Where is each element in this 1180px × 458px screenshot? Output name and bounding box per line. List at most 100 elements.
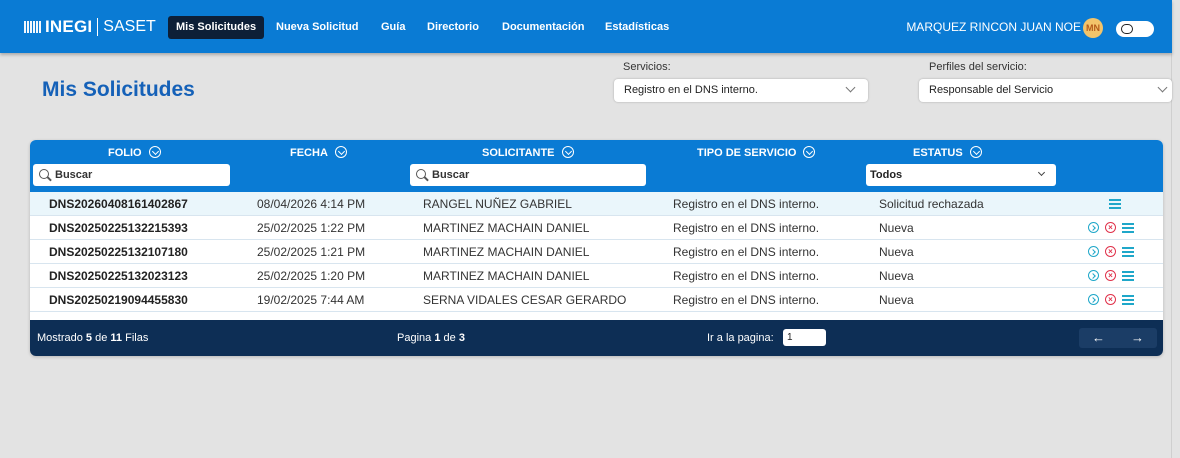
cell-folio: DNS20250225132107180 <box>49 245 188 259</box>
row-actions <box>1088 198 1148 210</box>
estatus-filter-select[interactable]: Todos <box>866 164 1056 186</box>
avatar[interactable]: MN <box>1083 18 1103 38</box>
page-info-prefix: Pagina <box>397 332 432 344</box>
search-placeholder: Buscar <box>432 169 470 181</box>
go-icon[interactable] <box>1088 294 1099 305</box>
table-row[interactable]: DNS20250225132023123 25/02/2025 1:20 PM … <box>30 264 1163 288</box>
nav-directorio[interactable]: Directorio <box>419 16 487 39</box>
go-icon[interactable] <box>1088 270 1099 281</box>
sort-icon[interactable] <box>561 146 574 158</box>
row-actions: × <box>1088 246 1148 258</box>
toggle-knob <box>1121 24 1133 34</box>
table-row[interactable]: DNS20250219094455830 19/02/2025 7:44 AM … <box>30 288 1163 312</box>
nav-mis-solicitudes[interactable]: Mis Solicitudes <box>168 16 265 39</box>
table-row[interactable]: DNS20250225132107180 25/02/2025 1:21 PM … <box>30 240 1163 264</box>
nav-nueva-solicitud[interactable]: Nueva Solicitud <box>268 16 367 39</box>
list-icon[interactable] <box>1109 198 1121 209</box>
cell-folio: DNS20250225132215393 <box>49 221 188 235</box>
cell-tipo-servicio: Registro en el DNS interno. <box>673 197 820 211</box>
row-actions: × <box>1088 270 1148 282</box>
sort-icon[interactable] <box>803 146 816 158</box>
page-info: Pagina 1 de 3 <box>397 332 465 344</box>
cell-estatus: Nueva <box>879 269 914 283</box>
rows-shown-prefix: Mostrado <box>37 332 83 344</box>
column-header-folio[interactable]: FOLIO <box>108 146 161 159</box>
theme-toggle[interactable] <box>1116 21 1154 37</box>
row-actions: × <box>1088 222 1148 234</box>
page-info-mid: de <box>443 332 456 344</box>
estatus-filter-value: Todos <box>870 169 903 181</box>
pagination-controls: ← → <box>1079 328 1157 348</box>
perfiles-select[interactable]: Responsable del Servicio <box>919 79 1172 102</box>
cell-estatus: Nueva <box>879 221 914 235</box>
cell-estatus: Solicitud rechazada <box>879 197 984 211</box>
search-icon <box>416 169 426 179</box>
rows-shown-info: Mostrado 5 de 11 Filas <box>37 332 148 344</box>
column-header-estatus[interactable]: ESTATUS <box>913 146 982 159</box>
cell-fecha: 25/02/2025 1:21 PM <box>257 245 366 259</box>
user-name[interactable]: MARQUEZ RINCON JUAN NOE <box>906 20 1081 34</box>
app-frame: INEGI SASET Mis Solicitudes Nueva Solici… <box>0 0 1172 458</box>
table-row[interactable]: DNS20250225132215393 25/02/2025 1:22 PM … <box>30 216 1163 240</box>
column-header-label: FECHA <box>290 147 328 159</box>
page-total: 3 <box>458 332 465 344</box>
cancel-icon[interactable]: × <box>1105 294 1116 305</box>
rows-shown-suffix: Filas <box>125 332 149 344</box>
column-header-label: ESTATUS <box>913 147 963 159</box>
list-icon[interactable] <box>1122 294 1134 305</box>
go-icon[interactable] <box>1088 246 1099 257</box>
sort-icon[interactable] <box>148 146 161 158</box>
page-title: Mis Solicitudes <box>42 78 195 101</box>
sort-icon[interactable] <box>969 146 982 158</box>
chevron-down-icon <box>845 82 856 93</box>
sort-icon[interactable] <box>334 146 347 158</box>
row-actions: × <box>1088 294 1148 306</box>
column-header-label: FOLIO <box>108 147 142 159</box>
cancel-icon[interactable]: × <box>1105 270 1116 281</box>
cancel-icon[interactable]: × <box>1105 246 1116 257</box>
solicitante-search-input[interactable]: Buscar <box>410 164 646 186</box>
cell-solicitante: SERNA VIDALES CESAR GERARDO <box>423 293 627 307</box>
nav-documentacion[interactable]: Documentación <box>494 16 593 39</box>
chevron-down-icon <box>1037 168 1046 177</box>
list-icon[interactable] <box>1122 222 1134 233</box>
cell-tipo-servicio: Registro en el DNS interno. <box>673 221 820 235</box>
cancel-icon[interactable]: × <box>1105 222 1116 233</box>
logo-divider <box>97 18 99 36</box>
servicios-select-value: Registro en el DNS interno. <box>624 84 758 96</box>
cell-folio: DNS20250219094455830 <box>49 293 188 307</box>
goto-page-label: Ir a la pagina: <box>707 332 774 344</box>
column-header-solicitante[interactable]: SOLICITANTE <box>482 146 574 159</box>
cell-estatus: Nueva <box>879 293 914 307</box>
next-page-button[interactable]: → <box>1118 328 1157 348</box>
search-icon <box>39 169 49 179</box>
cell-solicitante: RANGEL NUÑEZ GABRIEL <box>423 197 572 211</box>
solicitudes-table: FOLIO FECHA SOLICITANTE TIPO DE SERVICIO… <box>30 140 1163 356</box>
column-header-label: TIPO DE SERVICIO <box>697 147 797 159</box>
goto-page-input[interactable]: 1 <box>783 329 826 346</box>
folio-search-input[interactable]: Buscar <box>33 164 230 186</box>
app-name: SASET <box>103 18 156 35</box>
column-header-fecha[interactable]: FECHA <box>290 146 347 159</box>
top-navbar: INEGI SASET Mis Solicitudes Nueva Solici… <box>0 0 1172 53</box>
rows-shown-count: 5 <box>85 332 93 344</box>
cell-folio: DNS20260408161402867 <box>49 197 188 211</box>
table-header: FOLIO FECHA SOLICITANTE TIPO DE SERVICIO… <box>30 140 1163 192</box>
servicios-label: Servicios: <box>623 61 671 73</box>
cell-folio: DNS20250225132023123 <box>49 269 188 283</box>
cell-fecha: 19/02/2025 7:44 AM <box>257 293 365 307</box>
table-row[interactable]: DNS20260408161402867 08/04/2026 4:14 PM … <box>30 192 1163 216</box>
list-icon[interactable] <box>1122 270 1134 281</box>
go-icon[interactable] <box>1088 222 1099 233</box>
nav-estadisticas[interactable]: Estadísticas <box>597 16 677 39</box>
column-header-tipo-servicio[interactable]: TIPO DE SERVICIO <box>697 146 816 159</box>
list-icon[interactable] <box>1122 246 1134 257</box>
cell-estatus: Nueva <box>879 245 914 259</box>
cell-solicitante: MARTINEZ MACHAIN DANIEL <box>423 245 590 259</box>
nav-guia[interactable]: Guía <box>373 16 413 39</box>
inegi-saset-logo[interactable]: INEGI SASET <box>24 17 156 37</box>
cell-fecha: 25/02/2025 1:22 PM <box>257 221 366 235</box>
prev-page-button[interactable]: ← <box>1079 328 1118 348</box>
column-header-label: SOLICITANTE <box>482 147 555 159</box>
servicios-select[interactable]: Registro en el DNS interno. <box>614 79 868 102</box>
